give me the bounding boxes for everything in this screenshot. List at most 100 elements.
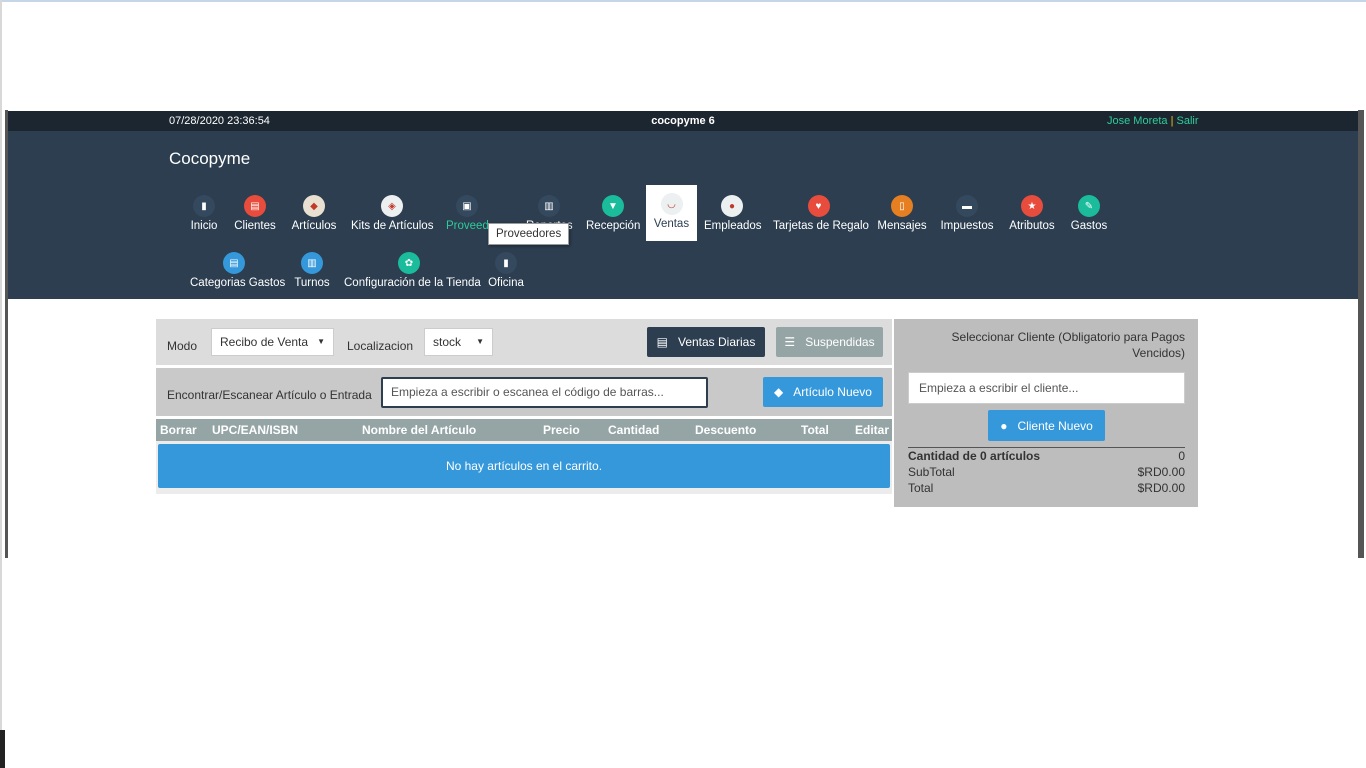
mode-label: Modo	[167, 339, 198, 353]
subtotal-value: $RD0.00	[1137, 465, 1185, 479]
menu-item-label: Categorias Gastos	[190, 277, 286, 289]
menu-item-label: Impuestos	[940, 220, 994, 232]
totals-row: Cantidad de 0 artículos 0	[908, 448, 1185, 464]
menu-item-tarjetas-de-regalo[interactable]: ♥ Tarjetas de Regalo	[773, 187, 869, 243]
item-count-label: Cantidad de 0 artículos	[908, 449, 1041, 463]
column-header: Descuento	[695, 423, 757, 437]
menu-item-label: Recepción	[586, 220, 641, 232]
heart-icon: ♥	[807, 195, 830, 217]
suspended-button[interactable]: ☰ Suspendidas	[776, 327, 883, 357]
column-header: Precio	[543, 423, 580, 437]
menu-item-label: Ventas	[653, 218, 690, 230]
totals-summary: Cantidad de 0 artículos 0 SubTotal $RD0.…	[908, 447, 1185, 496]
menu-item-label: Oficina	[488, 277, 524, 289]
menu-item-label: Turnos	[294, 277, 330, 289]
menu-item-artículos[interactable]: ◆ Artículos	[290, 187, 338, 243]
new-customer-button[interactable]: ● Cliente Nuevo	[988, 410, 1105, 441]
menu-item-configuración-de-la-tienda[interactable]: ✿ Configuración de la Tienda	[344, 244, 481, 300]
chevron-down-icon: ▼	[317, 337, 325, 346]
new-customer-label: Cliente Nuevo	[1017, 418, 1093, 433]
menu-item-label: Proveedores	[446, 220, 488, 232]
subtotal-label: SubTotal	[908, 465, 955, 479]
menu-item-label: Clientes	[234, 220, 276, 232]
menu-item-categorias-gastos[interactable]: ▤ Categorias Gastos	[190, 244, 286, 300]
basket-icon: ◡	[660, 193, 683, 215]
totals-row: Total $RD0.00	[908, 480, 1185, 496]
menu-item-clientes[interactable]: ▤ Clientes	[233, 187, 277, 243]
empty-cart-message: No hay artículos en el carrito.	[158, 444, 890, 488]
menu-item-label: Gastos	[1070, 220, 1108, 232]
user-separator: |	[1170, 115, 1174, 127]
list-icon: ▤	[656, 335, 668, 349]
user-name-link[interactable]: Jose Moreta	[1107, 115, 1168, 127]
menu-item-kits-de-artículos[interactable]: ◈ Kits de Artículos	[351, 187, 433, 243]
list-icon: ☰	[784, 335, 796, 349]
user-icon: ●	[1000, 418, 1008, 433]
select-customer-title: Seleccionar Cliente (Obligatorio para Pa…	[951, 330, 1185, 360]
column-header: Editar	[855, 423, 890, 437]
menu-item-inicio[interactable]: ▮ Inicio	[190, 187, 218, 243]
column-header: Cantidad	[608, 423, 660, 437]
menu-item-label: Mensajes	[877, 220, 927, 232]
shifts-icon: ▥	[301, 252, 323, 274]
totals-row: SubTotal $RD0.00	[908, 464, 1185, 480]
phone-icon: ▯	[891, 195, 913, 217]
item-count-value: 0	[1178, 449, 1185, 463]
menu-item-proveedores[interactable]: ▣ Proveedores	[446, 187, 488, 243]
user-area: Jose Moreta | Salir	[1107, 115, 1199, 127]
tag-icon: ◆	[303, 195, 325, 217]
location-label: Localizacion	[347, 339, 414, 353]
item-search-input[interactable]: Empieza a escribir o escanea el código d…	[381, 377, 708, 408]
brand-title[interactable]: Cocopyme	[169, 149, 250, 169]
location-select[interactable]: stock ▼	[424, 328, 493, 356]
menu-item-label: Kits de Artículos	[351, 220, 434, 232]
new-item-label: Artículo Nuevo	[793, 385, 872, 399]
edit-icon: ✎	[1078, 195, 1100, 217]
total-value: $RD0.00	[1137, 481, 1185, 495]
menu-item-label: Tarjetas de Regalo	[773, 220, 869, 232]
menu-item-recepción[interactable]: ▼ Recepción	[586, 187, 640, 243]
cart-receive-icon: ▼	[602, 195, 624, 217]
tooltip: Proveedores	[488, 223, 570, 245]
office-icon: ▮	[495, 252, 517, 274]
menu-item-label: Artículos	[291, 220, 337, 232]
top-status-bar: 07/28/2020 23:36:54 cocopyme 6 Jose More…	[8, 111, 1358, 131]
cart-table-header: Borrar UPC/EAN/ISBN Nombre del Artículo …	[156, 419, 892, 441]
daily-sales-button[interactable]: ▤ Ventas Diarias	[647, 327, 765, 357]
clipboard-icon: ▤	[223, 252, 245, 274]
daily-sales-label: Ventas Diarias	[677, 335, 756, 349]
total-label: Total	[908, 481, 934, 495]
menu-item-impuestos[interactable]: ▬ Impuestos	[940, 187, 994, 243]
menu-item-ventas[interactable]: ◡ Ventas	[646, 185, 697, 241]
menu-item-label: Inicio	[190, 220, 218, 232]
menu-item-empleados[interactable]: ● Empleados	[704, 187, 762, 243]
user-icon: ●	[721, 195, 743, 217]
logout-link[interactable]: Salir	[1177, 115, 1199, 127]
gear-icon: ✿	[398, 252, 420, 274]
location-select-value: stock	[433, 335, 462, 349]
suspended-label: Suspendidas	[805, 335, 875, 349]
new-item-button[interactable]: ◆ Artículo Nuevo	[763, 377, 883, 407]
menu-item-atributos[interactable]: ★ Atributos	[1007, 187, 1057, 243]
taskbar-edge	[0, 730, 5, 768]
menu-item-label: Empleados	[704, 220, 762, 232]
chevron-down-icon: ▼	[476, 337, 484, 346]
mode-select-value: Recibo de Venta	[220, 335, 309, 349]
menu-item-mensajes[interactable]: ▯ Mensajes	[877, 187, 927, 243]
home-icon: ▮	[193, 195, 215, 217]
menu-item-label: Atributos	[1009, 220, 1055, 232]
mode-select[interactable]: Recibo de Venta ▼	[211, 328, 334, 356]
column-header: Borrar	[160, 423, 197, 437]
menu-item-gastos[interactable]: ✎ Gastos	[1070, 187, 1108, 243]
money-icon: ▬	[956, 195, 978, 217]
customer-search-input[interactable]: Empieza a escribir el cliente...	[908, 372, 1185, 404]
column-header: Nombre del Artículo	[362, 423, 477, 437]
layers-icon: ◈	[381, 195, 403, 217]
menu-item-oficina[interactable]: ▮ Oficina	[487, 244, 525, 300]
chart-icon: ▥	[538, 195, 560, 217]
menu-item-turnos[interactable]: ▥ Turnos	[294, 244, 330, 300]
find-item-label: Encontrar/Escanear Artículo o Entrada	[167, 388, 372, 402]
column-header: UPC/EAN/ISBN	[212, 423, 299, 437]
menu-item-label: Configuración de la Tienda	[344, 277, 481, 289]
star-icon: ★	[1021, 195, 1043, 217]
